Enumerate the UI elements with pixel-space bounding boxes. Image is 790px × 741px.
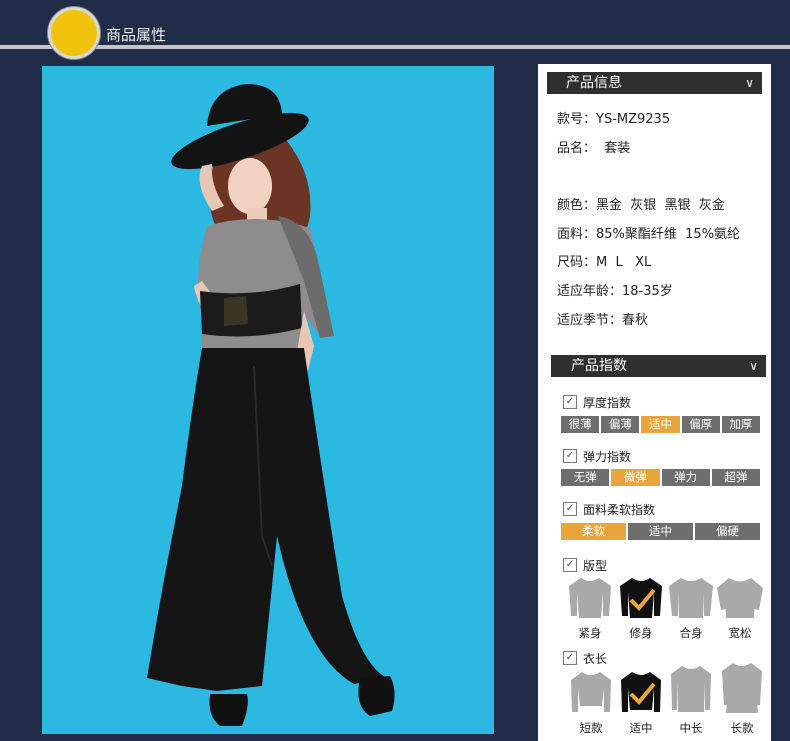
product-age: 适应年龄：18-35岁	[557, 284, 673, 299]
length-option: 长款	[730, 721, 754, 735]
loose-shirt-icon	[717, 578, 763, 618]
elasticity-checkbox-icon	[563, 449, 577, 463]
header-circle-icon	[48, 7, 100, 59]
product-info-title: 产品信息	[566, 75, 622, 91]
product-season: 适应季节：春秋	[557, 313, 649, 328]
elasticity-option: 超弹	[711, 469, 760, 486]
attribute-panel: 产品信息 ∨ 款号：YS-MZ9235 品名： 套装 颜色：黑金 灰银 黑银 灰…	[538, 64, 771, 741]
thickness-checkbox-icon	[563, 395, 577, 409]
style-no: 款号：YS-MZ9235	[557, 112, 671, 127]
softness-label: 面料柔软指数	[583, 503, 656, 517]
elasticity-option: 无弹	[561, 469, 610, 486]
thickness-option-selected: 适中	[641, 416, 680, 433]
fit-option: 紧身	[578, 626, 602, 640]
length-option: 中长	[679, 721, 703, 735]
product-index-title: 产品指数	[571, 358, 627, 374]
thickness-label: 厚度指数	[583, 396, 632, 410]
softness-option-selected: 柔软	[561, 523, 626, 540]
product-info-bar[interactable]: 产品信息 ∨	[547, 72, 762, 94]
product-index-bar[interactable]: 产品指数 ∨	[551, 355, 766, 377]
elasticity-option-selected: 微弹	[611, 469, 660, 486]
short-shirt-icon	[571, 672, 611, 712]
length-label: 衣长	[583, 652, 608, 666]
softness-option: 适中	[628, 523, 693, 540]
long-shirt-icon	[722, 663, 762, 713]
length-option-selected: 适中	[629, 721, 653, 735]
tight-shirt-icon	[569, 578, 611, 618]
softness-option: 偏硬	[695, 523, 760, 540]
softness-checkbox-icon	[563, 502, 577, 516]
elasticity-label: 弹力指数	[583, 450, 632, 464]
fit-checkbox-icon	[563, 558, 577, 572]
thickness-option: 偏厚	[681, 416, 720, 433]
product-name: 品名： 套装	[557, 141, 631, 156]
medium-shirt-icon	[621, 672, 661, 712]
fit-option: 宽松	[728, 626, 752, 640]
elasticity-scale: 无弹 微弹 弹力 超弹	[561, 469, 760, 486]
page-title: 商品属性	[106, 26, 167, 44]
fit-option: 合身	[679, 626, 703, 640]
fit-label: 版型	[583, 559, 608, 573]
chevron-down-icon[interactable]: ∨	[745, 72, 754, 94]
regular-shirt-icon	[669, 578, 713, 618]
mid-long-shirt-icon	[671, 666, 711, 712]
fit-option-selected: 修身	[629, 626, 653, 640]
length-option: 短款	[579, 721, 603, 735]
product-fabric: 面料：85%聚酯纤维 15%氨纶	[557, 227, 741, 242]
thickness-scale: 很薄 偏薄 适中 偏厚 加厚	[561, 416, 761, 433]
header-divider	[0, 45, 790, 49]
softness-scale: 柔软 适中 偏硬	[561, 523, 760, 540]
length-checkbox-icon	[563, 651, 577, 665]
thickness-option: 很薄	[561, 416, 600, 433]
product-colors: 颜色：黑金 灰银 黑银 灰金	[557, 198, 725, 213]
slim-shirt-icon	[620, 578, 662, 618]
chevron-down-icon[interactable]: ∨	[749, 355, 758, 377]
thickness-option: 偏薄	[601, 416, 640, 433]
product-photo	[42, 66, 494, 734]
elasticity-option: 弹力	[661, 469, 710, 486]
product-sizes: 尺码：M L XL	[557, 255, 652, 270]
thickness-option: 加厚	[721, 416, 761, 433]
